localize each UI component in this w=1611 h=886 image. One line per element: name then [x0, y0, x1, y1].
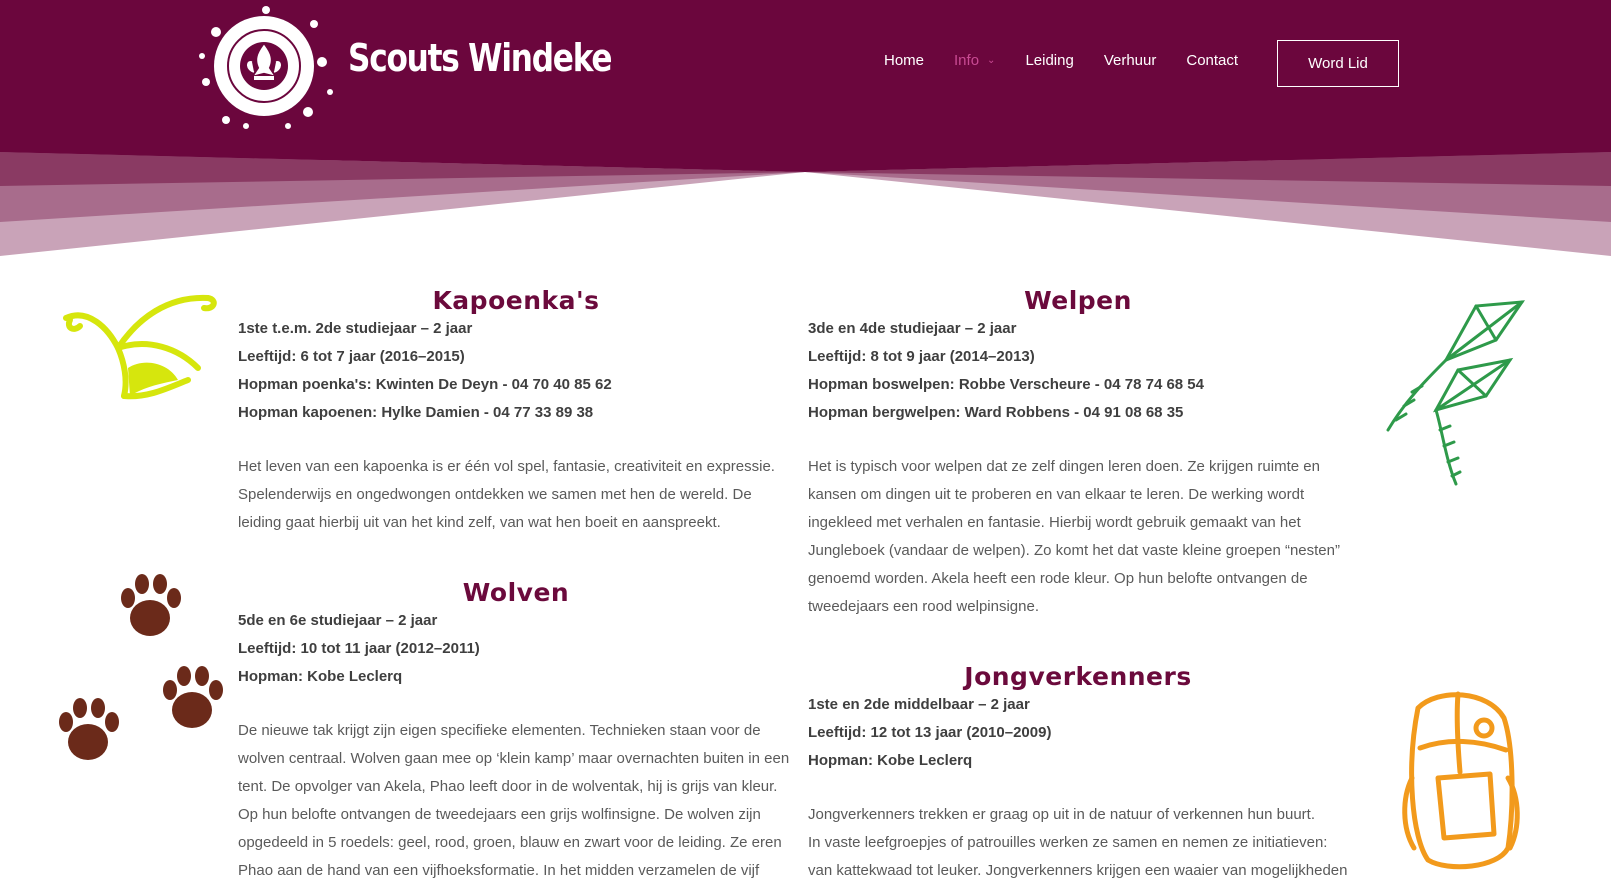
- section-body: Het leven van een kapoenka is er één vol…: [238, 453, 794, 537]
- meta-line: Hopman: Kobe Leclerq: [238, 668, 403, 685]
- section-kapoenka: Kapoenka's 1ste t.e.m. 2de studiejaar – …: [238, 286, 794, 537]
- section-body: De nieuwe tak krijgt zijn eigen specifie…: [238, 717, 794, 885]
- section-body: Het is typisch voor welpen dat ze zelf d…: [808, 453, 1348, 621]
- meta-line: Leeftijd: 6 tot 7 jaar (2016–2015): [238, 348, 465, 365]
- nav-verhuur[interactable]: Verhuur: [1104, 52, 1157, 69]
- meta-line: 1ste en 2de middelbaar – 2 jaar: [808, 696, 1030, 713]
- nav-contact[interactable]: Contact: [1186, 52, 1238, 69]
- section-title: Kapoenka's: [432, 286, 600, 315]
- section-meta: 3de en 4de studiejaar – 2 jaar Leeftijd:…: [808, 315, 1348, 427]
- body-line: van kattekwaad tot leuker. Jongverkenner…: [808, 862, 1348, 879]
- body-paragraph: Het is typisch voor welpen dat ze zelf d…: [808, 458, 1340, 615]
- meta-line: 5de en 6e studiejaar – 2 jaar: [238, 612, 438, 629]
- kite-icon: [1386, 300, 1526, 486]
- body-paragraph: De nieuwe tak krijgt zijn eigen specifie…: [238, 722, 790, 879]
- meta-line: 1ste t.e.m. 2de studiejaar – 2 jaar: [238, 320, 473, 337]
- brand-name[interactable]: Scouts Windeke: [348, 36, 613, 80]
- section-meta: 1ste en 2de middelbaar – 2 jaar Leeftijd…: [808, 691, 1348, 775]
- scouts-logo[interactable]: [196, 2, 336, 132]
- meta-line: 3de en 4de studiejaar – 2 jaar: [808, 320, 1017, 337]
- meta-line: Hopman kapoenen: Hylke Damien - 04 77 33…: [238, 404, 594, 421]
- section-title: Wolven: [462, 578, 570, 607]
- banana-icon: [63, 294, 217, 400]
- body-line: Jongverkenners trekken er graag op uit i…: [808, 806, 1315, 823]
- section-title: Welpen: [1024, 286, 1132, 315]
- section-wolven: Wolven 5de en 6e studiejaar – 2 jaar Lee…: [238, 578, 794, 885]
- body-line: In vaste leefgroepjes of patrouilles wer…: [808, 834, 1328, 851]
- meta-line: Leeftijd: 12 tot 13 jaar (2010–2009): [808, 724, 1052, 741]
- main-nav: Home Info ⌄ Leiding Verhuur Contact: [884, 52, 1268, 69]
- word-lid-button[interactable]: Word Lid: [1277, 40, 1399, 87]
- section-body: Jongverkenners trekken er graag op uit i…: [808, 801, 1348, 885]
- section-meta: 5de en 6e studiejaar – 2 jaar Leeftijd: …: [238, 607, 794, 691]
- chevron-down-icon: ⌄: [987, 55, 996, 66]
- nav-home[interactable]: Home: [884, 52, 924, 69]
- site-header: Scouts Windeke Home Info ⌄ Leiding Verhu…: [0, 0, 1611, 260]
- paw-prints-icon: [59, 574, 223, 760]
- nav-info[interactable]: Info ⌄: [954, 52, 995, 69]
- section-welpen: Welpen 3de en 4de studiejaar – 2 jaar Le…: [808, 286, 1348, 621]
- section-jongverkenners: Jongverkenners 1ste en 2de middelbaar – …: [808, 662, 1348, 885]
- meta-line: Hopman bergwelpen: Ward Robbens - 04 91 …: [808, 404, 1184, 421]
- meta-line: Leeftijd: 8 tot 9 jaar (2014–2013): [808, 348, 1035, 365]
- meta-line: Hopman: Kobe Leclerq: [808, 752, 973, 769]
- section-meta: 1ste t.e.m. 2de studiejaar – 2 jaar Leef…: [238, 315, 794, 427]
- body-paragraph: Het leven van een kapoenka is er één vol…: [238, 458, 775, 531]
- meta-line: Leeftijd: 10 tot 11 jaar (2012–2011): [238, 640, 480, 657]
- nav-leiding[interactable]: Leiding: [1025, 52, 1073, 69]
- nav-info-label: Info: [954, 52, 980, 69]
- meta-line: Hopman boswelpen: Robbe Verscheure - 04 …: [808, 376, 1204, 393]
- section-title: Jongverkenners: [964, 662, 1192, 691]
- backpack-icon: [1402, 691, 1520, 870]
- meta-line: Hopman poenka's: Kwinten De Deyn - 04 70…: [238, 376, 612, 393]
